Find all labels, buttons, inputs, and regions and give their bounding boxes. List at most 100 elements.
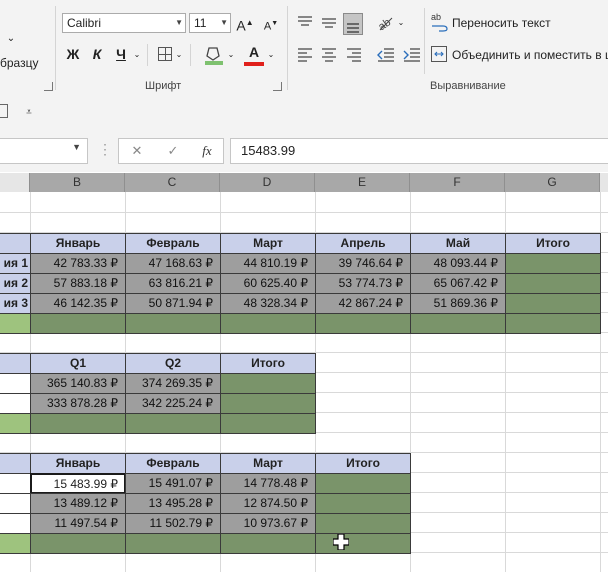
table3-cell[interactable]: 11 502.79 ₽ (125, 513, 221, 534)
column-header-b[interactable]: B (30, 173, 125, 192)
align-middle-icon[interactable] (320, 14, 338, 32)
column-header-f[interactable]: F (410, 173, 505, 192)
active-cell[interactable]: 15 483.99 ₽ (30, 473, 126, 494)
merge-center-button[interactable]: Объединить и поместить в ц (452, 48, 608, 62)
table2-sum-cell[interactable] (125, 413, 221, 434)
table1-cell[interactable]: 42 867.24 ₽ (315, 293, 411, 314)
merge-center-icon[interactable] (431, 46, 447, 62)
table3-cell[interactable]: 14 778.48 ₽ (220, 473, 316, 494)
chevron-down-icon[interactable]: ⌄ (4, 28, 18, 50)
table1-cell[interactable]: 46 142.35 ₽ (30, 293, 126, 314)
table1-total-cell[interactable] (505, 273, 601, 294)
orientation-icon[interactable]: ab (376, 12, 396, 34)
increase-indent-icon[interactable] (402, 46, 422, 64)
borders-icon[interactable] (158, 47, 172, 61)
format-painter-label[interactable]: бразцу (0, 56, 38, 70)
wrap-text-icon[interactable]: ab (431, 13, 449, 33)
align-top-icon[interactable] (296, 14, 314, 32)
align-left-icon[interactable] (296, 46, 314, 64)
chevron-down-icon[interactable]: ▼ (220, 14, 228, 32)
table2-cell[interactable]: 365 140.83 ₽ (30, 373, 126, 394)
decrease-indent-icon[interactable] (376, 46, 396, 64)
table1-total-cell[interactable] (505, 293, 601, 314)
column-header-e[interactable]: E (315, 173, 410, 192)
font-size-combo[interactable]: 11 ▼ (189, 13, 231, 33)
table1-sum-cell[interactable] (410, 313, 506, 334)
dialog-launcher-icon[interactable] (44, 82, 53, 91)
table1-sum-cell[interactable] (30, 313, 126, 334)
drag-handle-icon[interactable]: ⋮ (98, 142, 112, 156)
font-color-button[interactable]: A (244, 43, 264, 67)
dialog-launcher-icon[interactable] (273, 82, 282, 91)
table3-cell[interactable]: 13 489.12 ₽ (30, 493, 126, 514)
formula-input[interactable]: 15483.99 (230, 138, 608, 164)
table1-cell[interactable]: 47 168.63 ₽ (125, 253, 221, 274)
align-bottom-icon[interactable] (343, 13, 363, 35)
table2-sum-cell[interactable] (220, 413, 316, 434)
table1-cell[interactable]: 57 883.18 ₽ (30, 273, 126, 294)
table2-cell[interactable]: 333 878.28 ₽ (30, 393, 126, 414)
bold-button[interactable]: Ж (64, 43, 82, 65)
chevron-down-icon[interactable]: ⌄ (132, 44, 142, 66)
chevron-down-icon[interactable]: ⌄ (266, 44, 276, 66)
table3-cell[interactable]: 13 495.28 ₽ (125, 493, 221, 514)
chevron-down-icon[interactable]: ⌄ (226, 44, 236, 66)
name-box[interactable]: ▼ (0, 138, 88, 164)
table3-total-cell[interactable] (315, 513, 411, 534)
table3-cell[interactable]: 12 874.50 ₽ (220, 493, 316, 514)
table2-cell[interactable]: 342 225.24 ₽ (125, 393, 221, 414)
table1-cell[interactable]: 42 783.33 ₽ (30, 253, 126, 274)
underline-button[interactable]: Ч (112, 43, 130, 65)
table1-cell[interactable]: 65 067.42 ₽ (410, 273, 506, 294)
align-center-icon[interactable] (320, 46, 338, 64)
column-header-h[interactable] (600, 173, 608, 192)
table1-sum-cell[interactable] (315, 313, 411, 334)
column-header-c[interactable]: C (125, 173, 220, 192)
enter-icon[interactable]: ✓ (163, 140, 183, 162)
table1-sum-cell[interactable] (125, 313, 221, 334)
cancel-icon[interactable]: ✕ (127, 140, 147, 162)
customize-toolbar-icon[interactable]: ⩡ (22, 102, 36, 124)
chevron-down-icon[interactable]: ▼ (72, 142, 81, 152)
table3-total-cell[interactable] (315, 473, 411, 494)
table-icon[interactable] (0, 104, 8, 118)
column-header-d[interactable]: D (220, 173, 315, 192)
chevron-down-icon[interactable]: ▼ (175, 14, 183, 32)
table1-cell[interactable]: 53 774.73 ₽ (315, 273, 411, 294)
wrap-text-button[interactable]: Переносить текст (452, 16, 551, 30)
table1-sum-cell[interactable] (505, 313, 601, 334)
fill-color-icon[interactable] (204, 44, 224, 66)
table3-cell[interactable]: 10 973.67 ₽ (220, 513, 316, 534)
table1-cell[interactable]: 63 816.21 ₽ (125, 273, 221, 294)
table3-cell[interactable]: 11 497.54 ₽ (30, 513, 126, 534)
table3-cell[interactable]: 15 491.07 ₽ (125, 473, 221, 494)
table2-total-cell[interactable] (220, 393, 316, 414)
align-right-icon[interactable] (345, 46, 363, 64)
table2-cell[interactable]: 374 269.35 ₽ (125, 373, 221, 394)
table2-sum-cell[interactable] (30, 413, 126, 434)
table3-sum-cell[interactable] (125, 533, 221, 554)
italic-button[interactable]: К (88, 43, 106, 65)
chevron-down-icon[interactable]: ⌄ (396, 12, 406, 34)
column-header-g[interactable]: G (505, 173, 600, 192)
table1-cell[interactable]: 48 328.34 ₽ (220, 293, 316, 314)
table1-cell[interactable]: 39 746.64 ₽ (315, 253, 411, 274)
shrink-font-button[interactable]: A▼ (262, 13, 280, 35)
table3-sum-cell[interactable] (220, 533, 316, 554)
grow-font-button[interactable]: A▲ (236, 12, 254, 34)
table1-sum-cell[interactable] (220, 313, 316, 334)
insert-function-icon[interactable]: fx (197, 140, 217, 162)
table3-total-cell[interactable] (315, 493, 411, 514)
table1-cell[interactable]: 44 810.19 ₽ (220, 253, 316, 274)
table1-cell[interactable]: 60 625.40 ₽ (220, 273, 316, 294)
table1-cell[interactable]: 48 093.44 ₽ (410, 253, 506, 274)
table1-total-cell[interactable] (505, 253, 601, 274)
table1-cell[interactable]: 50 871.94 ₽ (125, 293, 221, 314)
chevron-down-icon[interactable]: ⌄ (174, 44, 184, 66)
table1-cell[interactable]: 51 869.36 ₽ (410, 293, 506, 314)
font-name-combo[interactable]: Calibri ▼ (62, 13, 186, 33)
table3-sum-cell[interactable] (315, 533, 411, 554)
table3-sum-cell[interactable] (30, 533, 126, 554)
spreadsheet-grid[interactable]: B C D E F G Январь Февраль Март Апрель Май Ит… (0, 173, 608, 572)
table2-total-cell[interactable] (220, 373, 316, 394)
